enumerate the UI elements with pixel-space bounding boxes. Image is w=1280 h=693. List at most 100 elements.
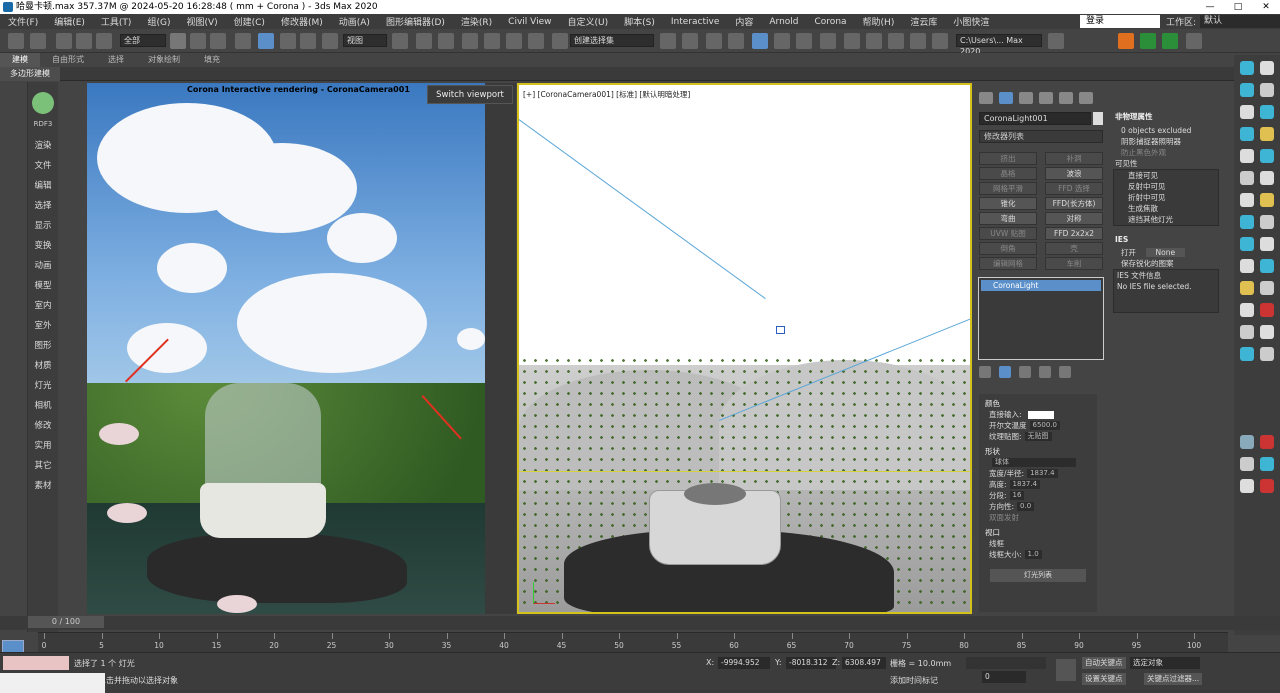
display-tab-icon[interactable] — [1059, 92, 1073, 104]
modifier-bevel-button[interactable]: 倒角 — [979, 242, 1037, 255]
stack-item-coronalight[interactable]: CoronaLight — [981, 280, 1101, 291]
plugin-record-icon[interactable] — [1260, 303, 1274, 317]
category-material[interactable]: 材质 — [28, 356, 58, 376]
category-display[interactable]: 显示 — [28, 216, 58, 236]
layer-explorer-icon[interactable] — [728, 33, 744, 49]
height-field[interactable]: 1837.4 — [1009, 480, 1041, 489]
align-icon[interactable] — [682, 33, 698, 49]
plugin-water-icon[interactable] — [1260, 457, 1274, 471]
modifier-extrude-button[interactable]: 挤出 — [979, 152, 1037, 165]
plugin-ball-icon[interactable] — [1240, 479, 1254, 493]
category-select[interactable]: 选择 — [28, 196, 58, 216]
menu-quick-render[interactable]: 小图快渲 — [945, 15, 997, 28]
plugin-box-icon[interactable] — [1260, 325, 1274, 339]
edit-named-selection-icon[interactable] — [552, 33, 568, 49]
rectangular-selection-icon[interactable] — [210, 33, 226, 49]
corona-light-gizmo[interactable] — [776, 326, 785, 334]
maximize-button[interactable]: □ — [1224, 0, 1252, 14]
menu-file[interactable]: 文件(F) — [0, 15, 46, 28]
render-production-icon[interactable] — [888, 33, 904, 49]
selection-filter-dropdown[interactable]: 全部 — [120, 34, 166, 47]
modify-tab-icon[interactable] — [999, 92, 1013, 104]
plugin-light-icon[interactable] — [1240, 61, 1254, 75]
select-rotate-icon[interactable] — [280, 33, 296, 49]
texmap-radio[interactable]: 纹理贴图: — [989, 431, 1022, 442]
plugin-grid-icon[interactable] — [1240, 149, 1254, 163]
modifier-edit-mesh-button[interactable]: 编辑网格 — [979, 257, 1037, 270]
remove-modifier-icon[interactable] — [1039, 366, 1051, 378]
category-utility[interactable]: 实用 — [28, 436, 58, 456]
menu-arnold[interactable]: Arnold — [761, 17, 806, 27]
menu-tools[interactable]: 工具(T) — [93, 15, 140, 28]
ribbon-toggle-icon[interactable] — [752, 33, 768, 49]
menu-content[interactable]: 内容 — [727, 15, 761, 28]
switch-viewport-button[interactable]: Switch viewport — [427, 85, 513, 104]
interactive-render-viewport[interactable]: Corona Interactive rendering - CoronaCam… — [87, 83, 516, 614]
category-interior[interactable]: 室内 — [28, 296, 58, 316]
scene-explorer-icon[interactable] — [706, 33, 722, 49]
reference-coordinate-dropdown[interactable]: 视图 — [343, 34, 387, 47]
set-key-plus-icon[interactable] — [1056, 659, 1076, 681]
prevent-black-checkbox[interactable]: 防止黑色外观 — [1107, 147, 1225, 158]
plugin-brush-icon[interactable] — [1260, 171, 1274, 185]
unlink-icon[interactable] — [76, 33, 92, 49]
menu-modifiers[interactable]: 修改器(M) — [273, 15, 331, 28]
modifier-bend-button[interactable]: 弯曲 — [979, 212, 1037, 225]
plugin-star-icon[interactable] — [1240, 281, 1254, 295]
configure-sets-icon[interactable] — [1059, 366, 1071, 378]
railclone-icon[interactable] — [1162, 33, 1178, 49]
angle-snap-icon[interactable] — [484, 33, 500, 49]
corona-fp-icon[interactable] — [1118, 33, 1134, 49]
shadow-catcher-checkbox[interactable]: 阴影捕捉器照明器 — [1107, 136, 1225, 147]
percent-snap-icon[interactable] — [506, 33, 522, 49]
category-edit[interactable]: 编辑 — [28, 176, 58, 196]
object-name-field[interactable]: CoronaLight001 — [979, 112, 1091, 125]
workspace-select[interactable]: 默认 — [1200, 15, 1280, 28]
modifier-list-dropdown[interactable]: 修改器列表 — [979, 130, 1103, 143]
render-iterative-icon[interactable] — [910, 33, 926, 49]
key-mode-dropdown[interactable]: 选定对象 — [1130, 657, 1200, 669]
select-move-icon[interactable] — [258, 33, 274, 49]
create-tab-icon[interactable] — [979, 92, 993, 104]
menu-interactive[interactable]: Interactive — [663, 17, 727, 27]
menu-corona[interactable]: Corona — [807, 17, 855, 27]
plugin-layers-icon[interactable] — [1240, 347, 1254, 361]
list-icon[interactable] — [1186, 33, 1202, 49]
modifier-symmetry-button[interactable]: 对称 — [1045, 212, 1103, 225]
plugin-export-icon[interactable] — [1260, 281, 1274, 295]
object-color-swatch[interactable] — [1093, 112, 1103, 125]
category-assets[interactable]: 素材 — [28, 476, 58, 496]
menu-help[interactable]: 帮助(H) — [855, 15, 903, 28]
named-selection-dropdown[interactable]: 创建选择集 — [570, 34, 654, 47]
tab-selection[interactable]: 选择 — [96, 53, 136, 67]
plugin-bulb-icon[interactable] — [1260, 127, 1274, 141]
menu-customize[interactable]: 自定义(U) — [560, 15, 617, 28]
link-icon[interactable] — [56, 33, 72, 49]
plugin-grass-icon[interactable] — [1240, 127, 1254, 141]
tab-object-paint[interactable]: 对象绘制 — [136, 53, 192, 67]
occlude-other-lights-checkbox[interactable]: 遮挡其他灯光 — [1114, 214, 1218, 225]
plugin-sun-icon[interactable] — [1260, 193, 1274, 207]
modifier-ffd-2x2x2-button[interactable]: FFD 2x2x2 — [1045, 227, 1103, 240]
plugin-tree-icon[interactable] — [1240, 83, 1254, 97]
keep-sharp-checkbox[interactable]: 保存锐化的图案 — [1107, 258, 1225, 269]
plugin-render-icon[interactable] — [1260, 237, 1274, 251]
auto-key-button[interactable]: 自动关键点 — [1082, 657, 1126, 669]
kelvin-radio[interactable]: 开尔文温度 — [989, 420, 1027, 431]
render-cloud-icon[interactable] — [932, 33, 948, 49]
modifier-cap-holes-button[interactable]: 补洞 — [1045, 152, 1103, 165]
exclude-list-button[interactable]: 0 objects excluded — [1107, 125, 1225, 136]
tab-freeform[interactable]: 自由形式 — [40, 53, 96, 67]
undo-icon[interactable] — [8, 33, 24, 49]
pin-stack-icon[interactable] — [979, 366, 991, 378]
key-filters-button[interactable]: 关键点过滤器... — [1144, 673, 1203, 685]
modifier-shell-button[interactable]: 壳 — [1045, 242, 1103, 255]
keyboard-shortcut-icon[interactable] — [438, 33, 454, 49]
set-key-button[interactable]: 设置关键点 — [1082, 673, 1126, 685]
menu-rendering[interactable]: 渲染(R) — [453, 15, 500, 28]
plugin-material-icon[interactable] — [1240, 215, 1254, 229]
plugin-camera-icon[interactable] — [1240, 237, 1254, 251]
snaps-toggle-icon[interactable] — [462, 33, 478, 49]
category-light[interactable]: 灯光 — [28, 376, 58, 396]
plugin-cloud-icon[interactable] — [1260, 83, 1274, 97]
